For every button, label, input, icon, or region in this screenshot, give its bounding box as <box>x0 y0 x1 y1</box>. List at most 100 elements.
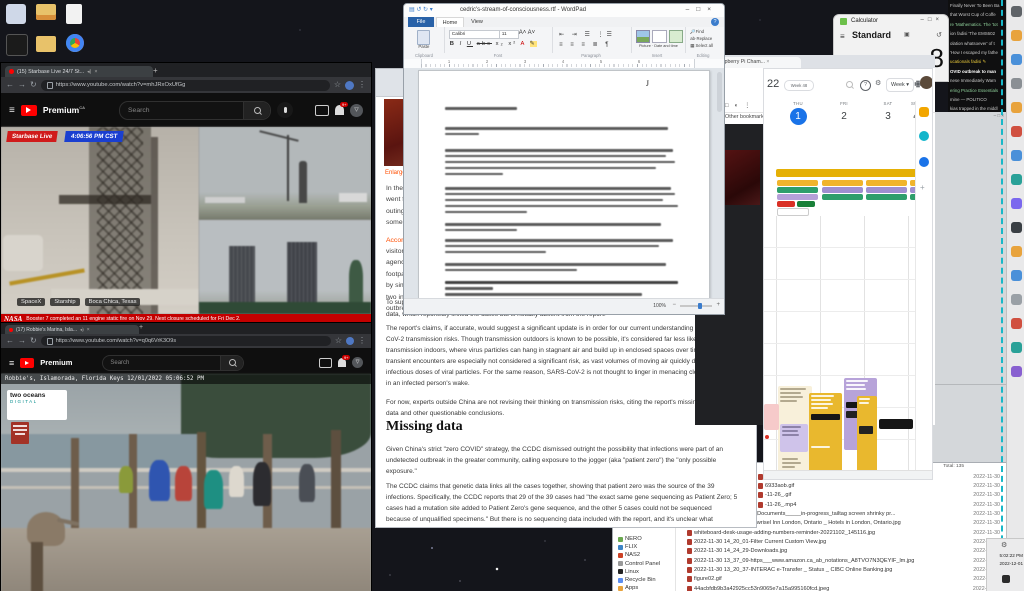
taskbar-app-icon[interactable] <box>1011 294 1022 305</box>
menu-icon[interactable]: ≡ <box>840 32 845 41</box>
tab-starbase[interactable]: (15) Starbase Live 24/7 St... ◂) × <box>5 66 153 77</box>
taskbar-app-icon[interactable] <box>1011 342 1022 353</box>
calculator-window-controls[interactable]: –□× <box>921 17 943 23</box>
tasks-icon[interactable] <box>919 107 929 117</box>
new-tab-icon[interactable]: + <box>139 324 143 331</box>
tab-close-icon[interactable]: × <box>766 59 769 65</box>
file-row[interactable]: 2022-11-30 13_20_37-INTERAC e-Transfer _… <box>687 565 1002 574</box>
bookmark-star-icon[interactable]: ☆ <box>334 81 341 89</box>
file-row[interactable]: figure02.gif 2022-11-30 <box>687 575 1002 584</box>
zoom-in-icon[interactable]: + <box>716 302 720 308</box>
calendar-chip[interactable] <box>777 208 809 216</box>
calendar-chip[interactable] <box>866 180 907 186</box>
mic-icon[interactable] <box>277 102 293 118</box>
folder-icon-2[interactable] <box>36 36 56 52</box>
document-area[interactable]: J <box>404 68 724 299</box>
quick-access-toolbar[interactable]: ▤ ↺ ↻ ▾ <box>409 6 433 13</box>
create-video-icon[interactable] <box>315 105 329 116</box>
indent-list-icons[interactable]: ⇤ ⇥ ☰ ⋮☰ <box>559 31 615 38</box>
calendar-event[interactable] <box>809 393 842 479</box>
news-feed-panel[interactable]: Finally Never To Been Bathat Worst Cup o… <box>948 0 1006 113</box>
taskbar-app-icon[interactable] <box>1011 102 1022 113</box>
search-button[interactable] <box>220 356 243 370</box>
calendar-chip[interactable] <box>866 194 907 200</box>
news-headline[interactable]: re 'Mathematics. The 'tot <box>950 20 1006 29</box>
youtube-logo-icon[interactable] <box>20 358 34 368</box>
taskbar-app-icon[interactable] <box>1011 198 1022 209</box>
other-bookmarks[interactable]: Other bookmarks <box>725 114 766 120</box>
align-icons[interactable]: ≡ ≡ ≡ ≣ ¶ <box>559 41 611 48</box>
calendar-chip[interactable] <box>822 194 863 200</box>
search-button[interactable] <box>243 102 270 119</box>
back-icon[interactable]: ← <box>6 337 14 345</box>
tab-robbies[interactable]: (17) Robbie's Marina, Isla... ◂) × <box>5 325 139 334</box>
profile-avatar[interactable] <box>345 81 354 90</box>
news-headline[interactable]: Finally Never To Been Ba <box>950 1 1006 10</box>
browser-menu-icon[interactable]: ⋮ <box>358 337 366 345</box>
explorer-nav-item[interactable]: Linux <box>618 568 674 576</box>
tab-file[interactable]: File <box>408 17 434 27</box>
explorer-nav-item[interactable]: NERO <box>618 535 674 543</box>
taskbar-app-icon[interactable] <box>1011 366 1022 377</box>
create-video-icon[interactable] <box>319 358 332 368</box>
premium-wordmark[interactable]: PremiumCA <box>43 105 85 115</box>
forward-icon[interactable]: → <box>18 337 26 345</box>
calendar-event[interactable] <box>764 404 779 430</box>
calendar-event[interactable] <box>780 424 808 452</box>
url-bar[interactable]: https://www.youtube.com/watch?v=q0q6VrK3… <box>41 336 331 346</box>
wordpad-titlebar[interactable]: ▤ ↺ ↻ ▾ cedric's-stream-of-consciousness… <box>404 4 724 17</box>
calendar-window[interactable]: 22 Week 48 ? ⚙ Week ▾ THU 1 FRI 2 SAT <box>763 68 933 480</box>
chrome-icon[interactable] <box>66 34 84 52</box>
keep-notes-icon[interactable] <box>919 131 929 141</box>
wordpad-window[interactable]: ▤ ↺ ↻ ▾ cedric's-stream-of-consciousness… <box>403 3 725 315</box>
calendar-event[interactable] <box>879 419 913 429</box>
explorer-nav-item[interactable]: Apps <box>618 584 674 591</box>
news-headline[interactable]: ering Practice Essentials <box>950 86 1006 95</box>
explorer-nav-item[interactable]: Control Panel <box>618 560 674 568</box>
select-all-button[interactable]: ▦ Select all <box>690 44 713 49</box>
font-size-select[interactable]: 11 <box>499 30 519 39</box>
file-row[interactable]: 2022-11-30 13_37_09-https___www.amazon.c… <box>687 556 1002 565</box>
background-window[interactable]: – □ × <box>930 112 1007 462</box>
explorer-nav-item[interactable]: NAS2 <box>618 551 674 559</box>
news-headline[interactable]: 'How I escaped my fathe <box>950 48 1006 57</box>
zoom-out-icon[interactable]: − <box>672 302 676 308</box>
calendar-chip[interactable] <box>777 194 818 200</box>
url-bar[interactable]: https://www.youtube.com/watch?v=mhJRxOxU… <box>41 80 330 91</box>
youtube-logo-icon[interactable] <box>21 105 37 116</box>
calendar-chip[interactable] <box>822 187 863 193</box>
settings-gear-icon[interactable]: ⚙ <box>1001 541 1007 549</box>
browser-menu-icon[interactable]: ⋮ <box>358 81 366 89</box>
document-icon[interactable] <box>66 4 82 24</box>
add-panel-icon[interactable]: + <box>920 183 925 192</box>
calendar-event[interactable] <box>857 396 877 479</box>
zoom-slider[interactable] <box>680 305 712 307</box>
news-headline[interactable]: ucationals fadisi ✎ <box>950 57 1006 66</box>
vertical-scrollbar[interactable] <box>717 72 722 112</box>
hamburger-menu-icon[interactable]: ≡ <box>9 358 14 368</box>
reload-icon[interactable]: ↻ <box>30 337 37 345</box>
replace-button[interactable]: ab·Replace <box>690 37 712 42</box>
account-avatar[interactable]: ▽ <box>350 104 363 117</box>
notifications-bell-icon[interactable]: 9+ <box>338 358 346 367</box>
profile-avatar[interactable] <box>346 337 354 345</box>
search-box[interactable]: Search <box>102 355 244 371</box>
new-tab-icon[interactable]: + <box>153 66 158 75</box>
contacts-icon[interactable] <box>919 157 929 167</box>
taskbar-app-icon[interactable] <box>1011 270 1022 281</box>
taskbar-app-icon[interactable] <box>1011 78 1022 89</box>
explorer-nav-item[interactable]: FLIX <box>618 543 674 551</box>
bookmark-star-icon[interactable]: ☆ <box>335 337 342 345</box>
grow-shrink-font-icons[interactable]: A˄ A˅ <box>519 30 535 36</box>
help-icon[interactable]: ? <box>711 18 719 26</box>
document-page[interactable]: J <box>418 70 710 299</box>
toolbar-icons[interactable]: □◐⋮ <box>725 102 756 109</box>
datetime-icon[interactable] <box>652 30 667 43</box>
file-row[interactable]: whiteboard-desk-usage-adding-numbers-rem… <box>687 528 1002 537</box>
tray-icon[interactable] <box>1002 575 1010 583</box>
premium-wordmark[interactable]: Premium <box>40 358 72 367</box>
news-headline[interactable]: olation whatsoever' of t <box>950 39 1006 48</box>
reload-icon[interactable]: ↻ <box>30 81 37 89</box>
font-style-buttons[interactable]: B I U abc x₂ x² A ✎ <box>450 41 537 47</box>
starbase-browser-window[interactable]: (15) Starbase Live 24/7 St... ◂) × + ← →… <box>0 62 372 324</box>
